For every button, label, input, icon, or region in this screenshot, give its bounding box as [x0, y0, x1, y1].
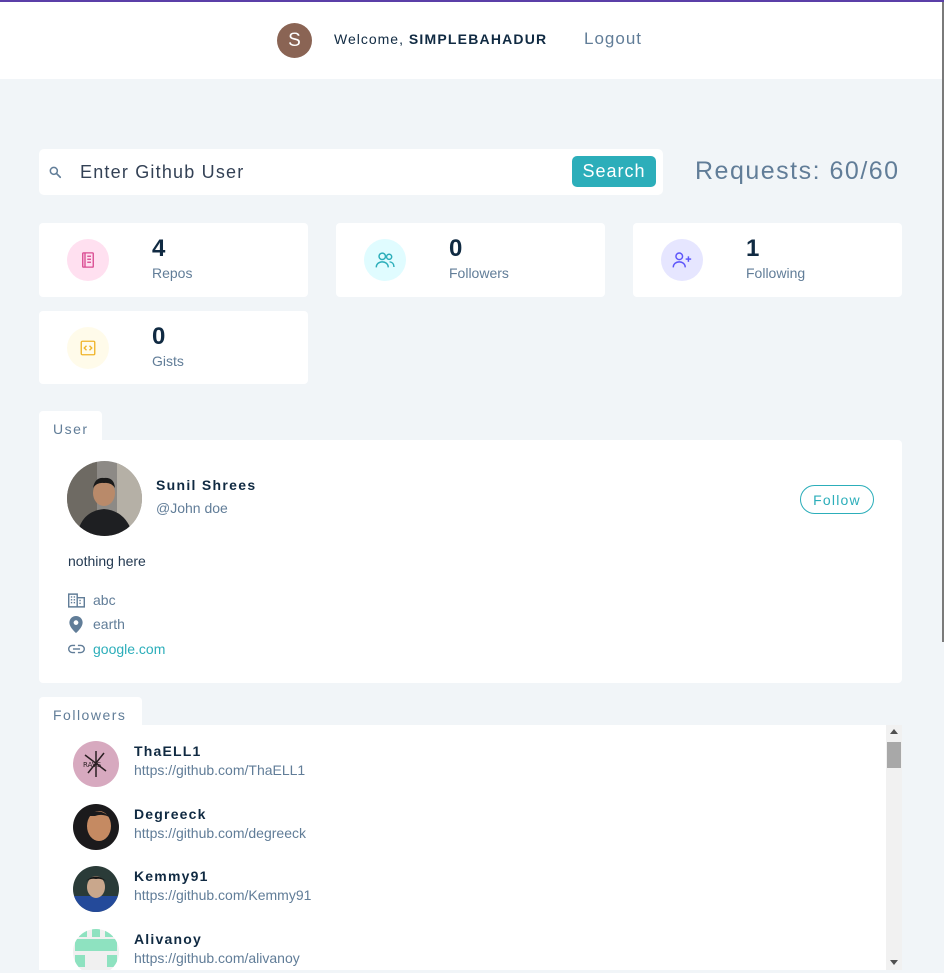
follower-login: Kemmy91: [134, 868, 209, 884]
followers-scrollbar[interactable]: [886, 725, 902, 970]
stat-card-gists: 0 Gists: [39, 311, 308, 384]
follower-login: Degreeck: [134, 806, 207, 822]
users-icon: [364, 239, 406, 281]
welcome-text: Welcome, SIMPLEBAHADUR: [334, 31, 547, 47]
stat-card-repos: 4 Repos: [39, 223, 308, 297]
welcome-prefix: Welcome,: [334, 31, 409, 47]
building-icon: [67, 591, 85, 609]
follower-url[interactable]: https://github.com/Kemmy91: [134, 887, 311, 903]
follower-login: ThaELL1: [134, 743, 202, 759]
follower-url[interactable]: https://github.com/ThaELL1: [134, 762, 305, 778]
user-avatar: [67, 461, 142, 536]
search-input[interactable]: [80, 158, 560, 186]
location-pin-icon: [67, 615, 85, 633]
stat-label: Following: [746, 265, 806, 281]
followers-list: RAVS ThaELL1 https://github.com/ThaELL1 …: [39, 725, 886, 970]
stat-card-following: 1 Following: [633, 223, 902, 297]
stat-value: 1: [746, 235, 760, 262]
scroll-up-arrow-icon[interactable]: [890, 729, 898, 734]
user-name: Sunil Shrees: [156, 477, 257, 493]
scroll-down-arrow-icon[interactable]: [890, 960, 898, 965]
user-company: abc: [67, 591, 116, 609]
user-blog: google.com: [67, 640, 165, 658]
search-button[interactable]: Search: [572, 156, 656, 187]
follower-url[interactable]: https://github.com/alivanoy: [134, 950, 300, 966]
logout-button[interactable]: Logout: [584, 29, 642, 49]
avatar: S: [277, 23, 312, 58]
user-handle: @John doe: [156, 500, 228, 516]
search-icon: [49, 166, 62, 179]
follow-button[interactable]: Follow: [800, 485, 874, 514]
stat-label: Repos: [152, 265, 193, 281]
follower-url[interactable]: https://github.com/degreeck: [134, 825, 306, 841]
avatar-letter: S: [288, 29, 301, 51]
follower-avatar: [73, 929, 119, 970]
stat-value: 4: [152, 235, 166, 262]
user-location: earth: [67, 615, 125, 633]
welcome-username: SIMPLEBAHADUR: [408, 31, 548, 47]
stat-label: Gists: [152, 353, 184, 369]
follower-avatar: [73, 804, 119, 850]
stat-card-followers: 0 Followers: [336, 223, 605, 297]
company-text: abc: [93, 592, 116, 608]
location-text: earth: [93, 616, 125, 632]
stat-label: Followers: [449, 265, 509, 281]
link-icon: [67, 640, 85, 658]
followers-tab: Followers: [39, 697, 142, 726]
follower-login: Alivanoy: [134, 931, 202, 947]
book-icon: [67, 239, 109, 281]
blog-link[interactable]: google.com: [93, 641, 165, 657]
svg-text:RAVS: RAVS: [83, 761, 102, 769]
user-bio: nothing here: [68, 553, 146, 569]
follower-avatar: [73, 866, 119, 912]
follower-avatar: RAVS: [73, 741, 119, 787]
stat-value: 0: [449, 235, 463, 262]
user-plus-icon: [661, 239, 703, 281]
requests-counter: Requests: 60/60: [695, 157, 900, 185]
scrollbar-thumb[interactable]: [887, 742, 901, 768]
code-icon: [67, 327, 109, 369]
user-tab: User: [39, 411, 102, 440]
stat-value: 0: [152, 323, 166, 350]
